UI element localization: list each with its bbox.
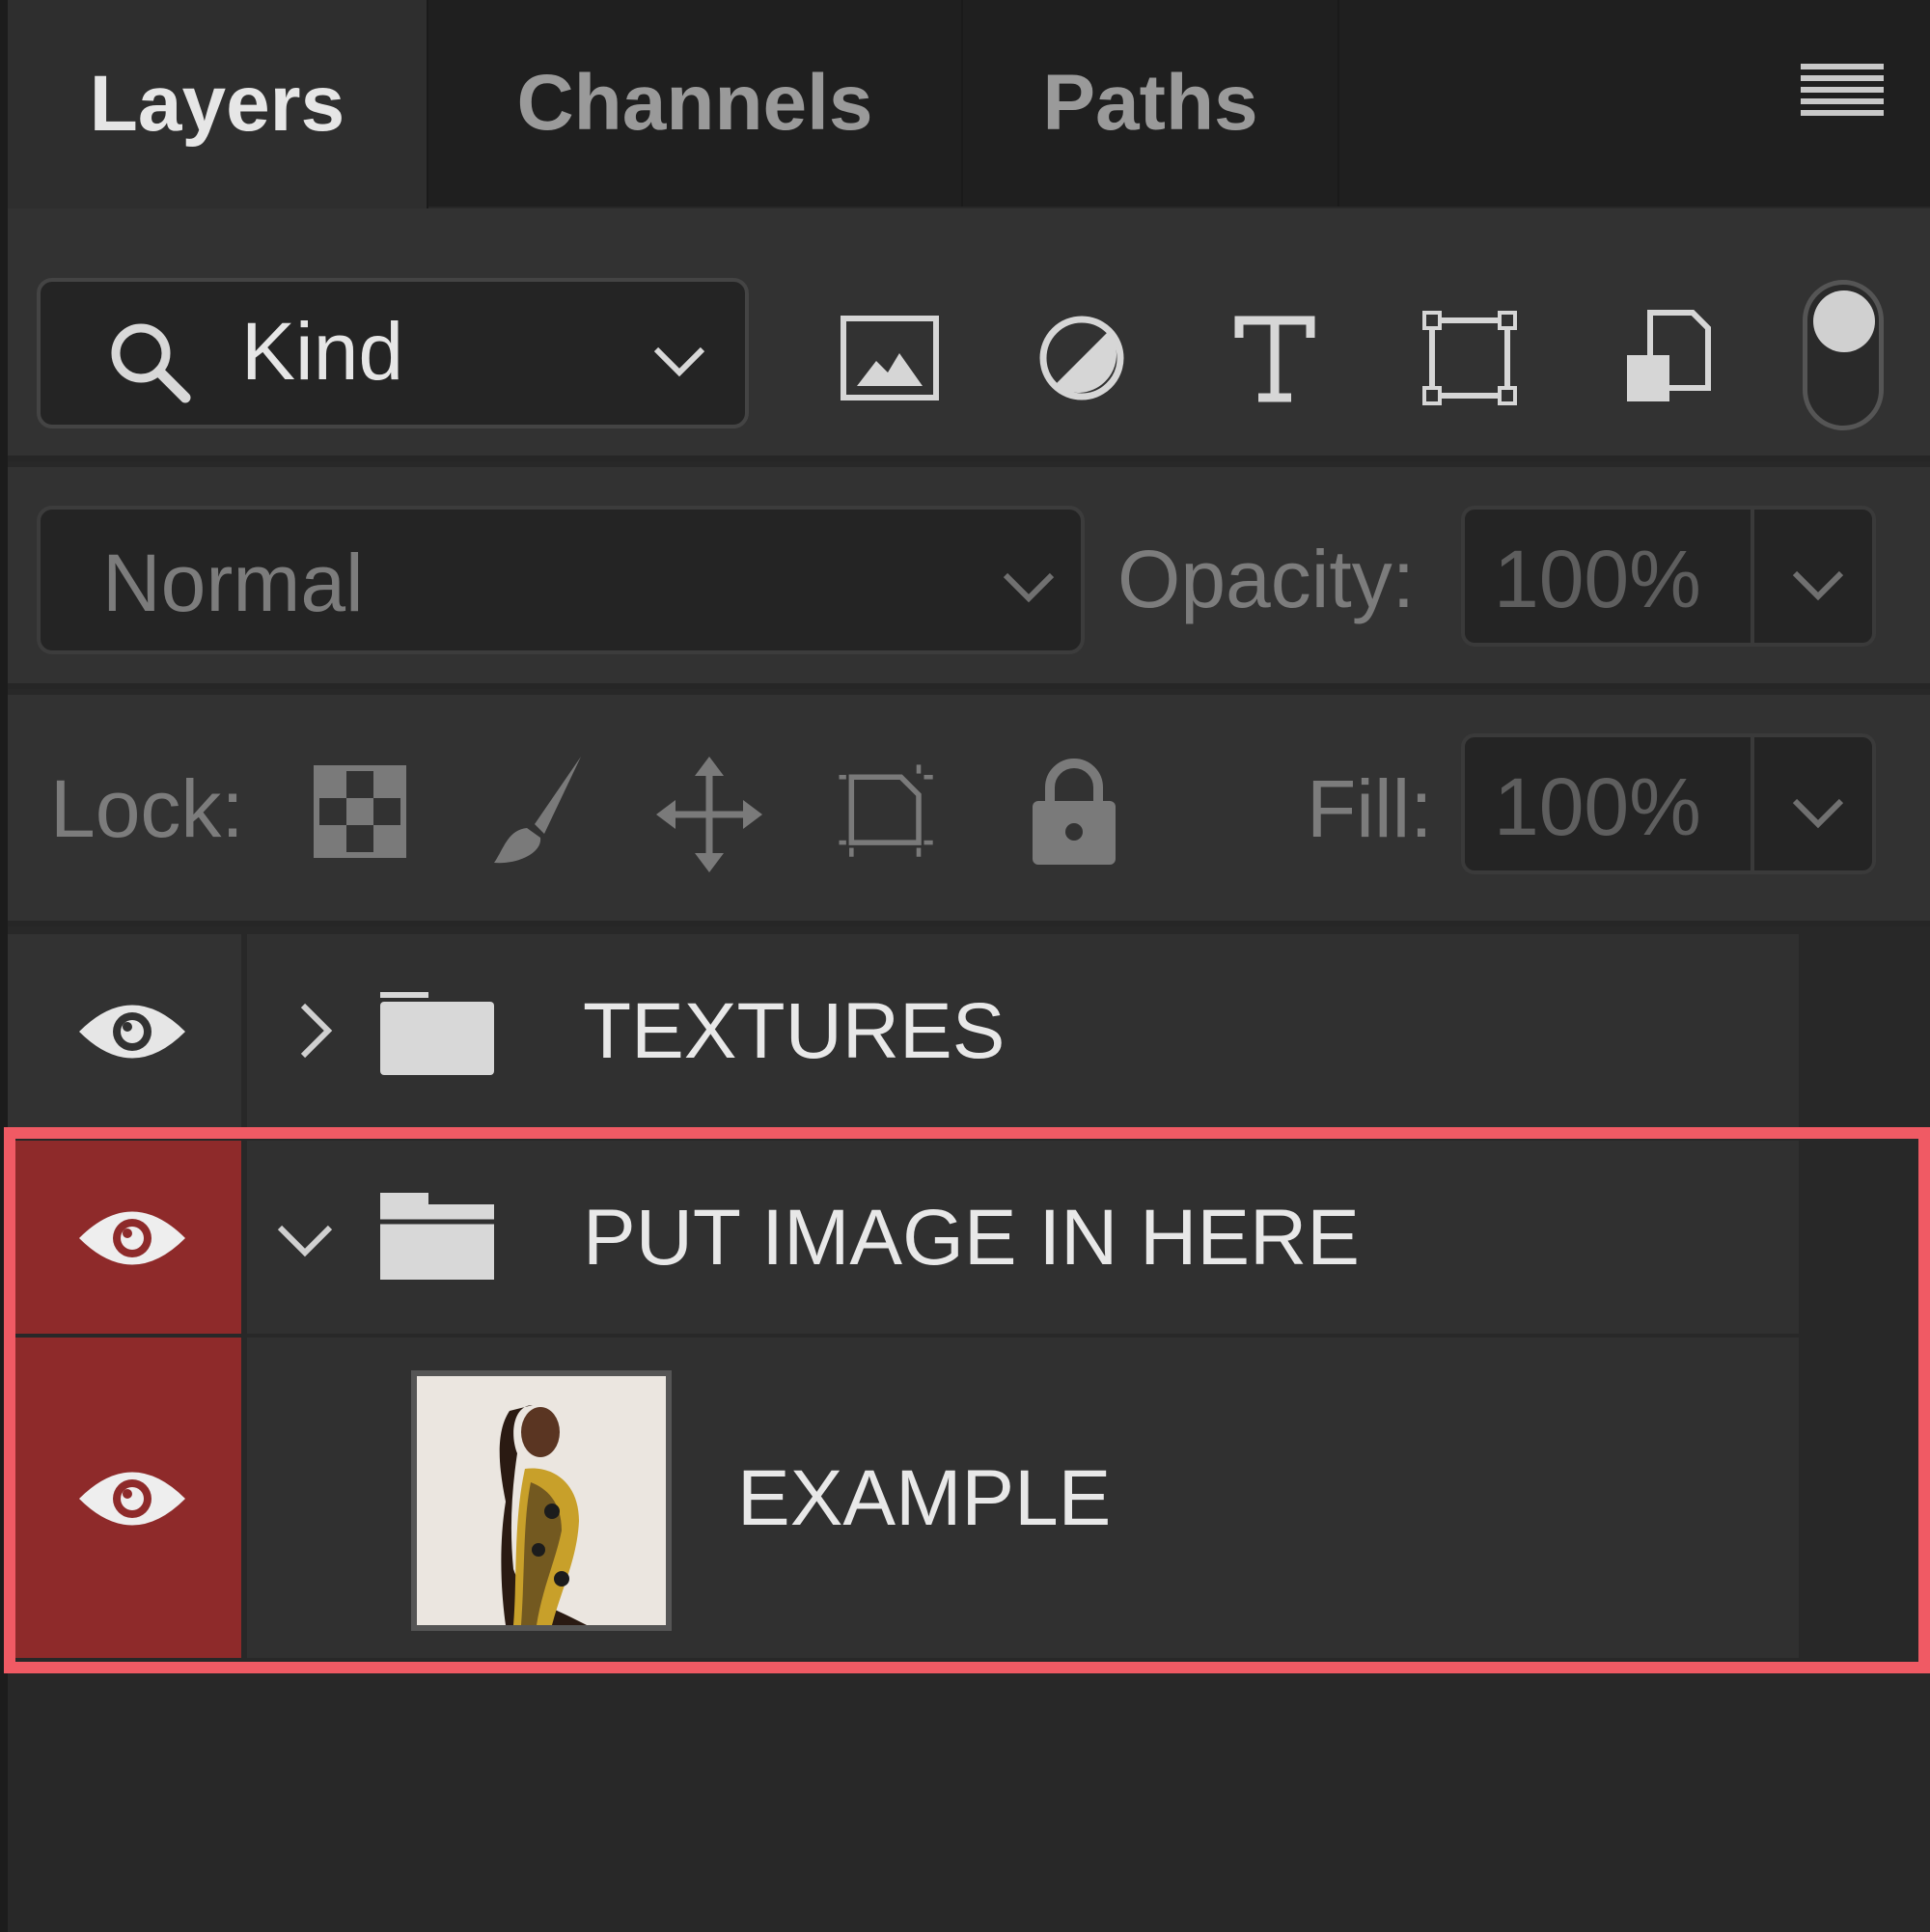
opacity-value: 100% [1494, 534, 1701, 624]
lock-all-icon[interactable] [1021, 749, 1127, 874]
blend-mode-label: Normal [102, 538, 364, 628]
chevron-down-icon[interactable] [1789, 556, 1847, 614]
lock-bar: Lock: Fill: 100% [8, 695, 1930, 926]
search-icon [111, 323, 191, 403]
panel-edge [0, 0, 8, 1932]
filter-kind-label: Kind [241, 306, 404, 397]
blend-mode-select[interactable]: Normal [37, 506, 1085, 654]
panel-menu-icon[interactable] [1801, 64, 1884, 122]
visibility-column [8, 934, 247, 1127]
type-filter-icon[interactable] [1222, 305, 1328, 411]
folder-open-icon [380, 1193, 494, 1280]
folder-icon [380, 992, 494, 1075]
chevron-down-icon[interactable] [274, 1208, 336, 1270]
eye-icon[interactable] [75, 998, 189, 1065]
chevron-down-icon[interactable] [1789, 784, 1847, 842]
tab-channels[interactable]: Channels [428, 0, 963, 207]
eye-icon[interactable] [75, 1465, 189, 1532]
adjustment-filter-icon[interactable] [1029, 305, 1135, 411]
opacity-field[interactable]: 100% [1461, 506, 1876, 647]
eye-icon[interactable] [75, 1204, 189, 1272]
layer-row-textures[interactable]: TEXTURES [8, 934, 1799, 1127]
blend-bar: Normal Opacity: 100% [8, 467, 1930, 689]
filter-bar: Kind [8, 208, 1930, 461]
filter-toggle-knob [1813, 290, 1875, 352]
tab-bar: Layers Channels Paths [8, 0, 1930, 208]
chevron-down-icon [653, 346, 705, 377]
layers-panel: Layers Channels Paths Kind Normal Opacit… [0, 0, 1930, 1932]
layer-row-example[interactable]: EXAMPLE [8, 1338, 1799, 1658]
layer-thumbnail[interactable] [411, 1370, 672, 1631]
smart-object-filter-icon[interactable] [1613, 305, 1720, 411]
fill-value: 100% [1494, 761, 1701, 852]
tab-layers[interactable]: Layers [8, 0, 428, 208]
shape-filter-icon[interactable] [1417, 305, 1523, 411]
filter-kind-select[interactable]: Kind [37, 278, 749, 428]
opacity-label: Opacity: [1117, 534, 1416, 624]
fill-field[interactable]: 100% [1461, 733, 1876, 874]
layer-name: EXAMPLE [737, 1454, 1112, 1542]
portrait-thumbnail-image [417, 1376, 666, 1625]
chevron-right-icon[interactable] [286, 1000, 347, 1062]
image-filter-icon[interactable] [838, 305, 944, 411]
lock-position-icon[interactable] [656, 749, 762, 874]
lock-label: Lock: [50, 763, 244, 854]
layer-name: TEXTURES [583, 987, 1006, 1075]
filter-toggle[interactable] [1803, 280, 1884, 430]
lock-image-pixels-icon[interactable] [484, 749, 591, 874]
lock-artboard-icon[interactable] [834, 749, 940, 874]
visibility-column [8, 1338, 247, 1658]
chevron-down-icon [1003, 572, 1055, 603]
lock-transparent-pixels-icon[interactable] [309, 749, 415, 874]
tab-paths[interactable]: Paths [963, 0, 1339, 207]
layer-row-put-image-in-here[interactable]: PUT IMAGE IN HERE [8, 1141, 1799, 1334]
visibility-column [8, 1141, 247, 1334]
fill-label: Fill: [1307, 763, 1433, 854]
layer-name: PUT IMAGE IN HERE [583, 1194, 1360, 1282]
